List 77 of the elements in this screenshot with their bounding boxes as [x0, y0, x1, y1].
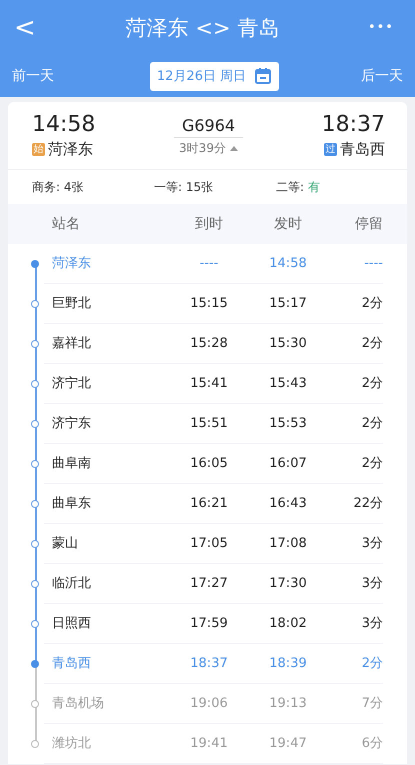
stop-duration: ---- [323, 244, 383, 284]
seat-class: 一等: [154, 180, 184, 194]
departure-time: 18:39 [253, 644, 323, 684]
seat-count: 有 [308, 180, 320, 194]
page-title: 菏泽东 <> 青岛 [126, 14, 280, 42]
departure-time: 14:58 [253, 244, 323, 284]
stop-duration: 3分 [323, 564, 383, 604]
seat-class: 二等: [276, 180, 306, 194]
arrival-time: 16:21 [165, 484, 253, 524]
stop-duration: 2分 [323, 324, 383, 364]
departure-time: 19:13 [253, 684, 323, 724]
station-badge: 过 [324, 143, 337, 156]
duration-toggle[interactable]: 3时39分 [179, 140, 238, 157]
stop-duration: 7分 [323, 684, 383, 724]
station-name: 青岛西 [44, 644, 165, 684]
station-name: 青岛西 [340, 140, 385, 159]
column-header: 站名 [51, 215, 81, 233]
more-button[interactable]: ••• [360, 20, 401, 35]
stop-duration: 2分 [323, 444, 383, 484]
column-header: 发时 [273, 215, 303, 233]
column-header: 到时 [194, 215, 224, 233]
station-name: 曲阜南 [44, 444, 165, 484]
arrival-time: 17:27 [165, 564, 253, 604]
station-name: 菏泽东 [48, 140, 93, 159]
station-name: 嘉祥北 [44, 324, 165, 364]
station-name: 蒙山 [44, 524, 165, 564]
station-name: 菏泽东 [44, 244, 165, 284]
arrival-time: ---- [165, 244, 253, 284]
stop-duration: 2分 [323, 284, 383, 324]
next-day-button[interactable]: 后一天 [361, 67, 403, 85]
stop-duration: 22分 [323, 484, 383, 524]
departure-time: 19:47 [253, 724, 323, 764]
arrival-time: 16:05 [165, 444, 253, 484]
arrival-time: 15:51 [165, 404, 253, 444]
time-text: 18:37 [322, 112, 385, 138]
departure-time: 15:17 [253, 284, 323, 324]
stop-duration: 3分 [323, 604, 383, 644]
time-text: 14:58 [32, 112, 96, 138]
seat-count: 15张 [186, 180, 214, 194]
previous-day-button[interactable]: 前一天 [12, 67, 54, 85]
station-name: 日照西 [44, 604, 165, 644]
departure-time: 17:30 [253, 564, 323, 604]
arrival-time: 15:28 [165, 324, 253, 364]
station-name: 济宁东 [44, 404, 165, 444]
stop-duration: 2分 [323, 364, 383, 404]
arrival-time: 18:37 [165, 644, 253, 684]
stop-duration: 2分 [323, 644, 383, 684]
station-name: 青岛机场 [44, 684, 165, 724]
departure-time: 15:30 [253, 324, 323, 364]
station-badge: 始 [32, 143, 45, 156]
date-picker[interactable]: 12月26日 周日 [150, 62, 280, 90]
stop-duration: 2分 [323, 404, 383, 444]
departure-time: 15:43 [253, 364, 323, 404]
arrival-time: 19:41 [165, 724, 253, 764]
arrival-time: 15:15 [165, 284, 253, 324]
station-name: 济宁北 [44, 364, 165, 404]
arrival-time: 17:05 [165, 524, 253, 564]
departure-time: 18:02 [253, 604, 323, 644]
station-name: 巨野北 [44, 284, 165, 324]
station-name: 潍坊北 [44, 724, 165, 764]
departure-time: 15:53 [253, 404, 323, 444]
back-button[interactable]: < [14, 12, 44, 42]
stop-duration: 3分 [323, 524, 383, 564]
train-number: G6964 [174, 116, 244, 138]
arrival-time: 15:41 [165, 364, 253, 404]
departure-time: 16:07 [253, 444, 323, 484]
calendar-icon [254, 67, 272, 85]
station-name: 曲阜东 [44, 484, 165, 524]
arrival-time: 19:06 [165, 684, 253, 724]
station-name: 临沂北 [44, 564, 165, 604]
departure-time: 16:43 [253, 484, 323, 524]
seat-class: 商务: [32, 180, 62, 194]
departure-time: 17:08 [253, 524, 323, 564]
arrival-time: 17:59 [165, 604, 253, 644]
seat-count: 4张 [64, 180, 84, 194]
stop-duration: 6分 [323, 724, 383, 764]
column-header: 停留 [354, 215, 383, 233]
